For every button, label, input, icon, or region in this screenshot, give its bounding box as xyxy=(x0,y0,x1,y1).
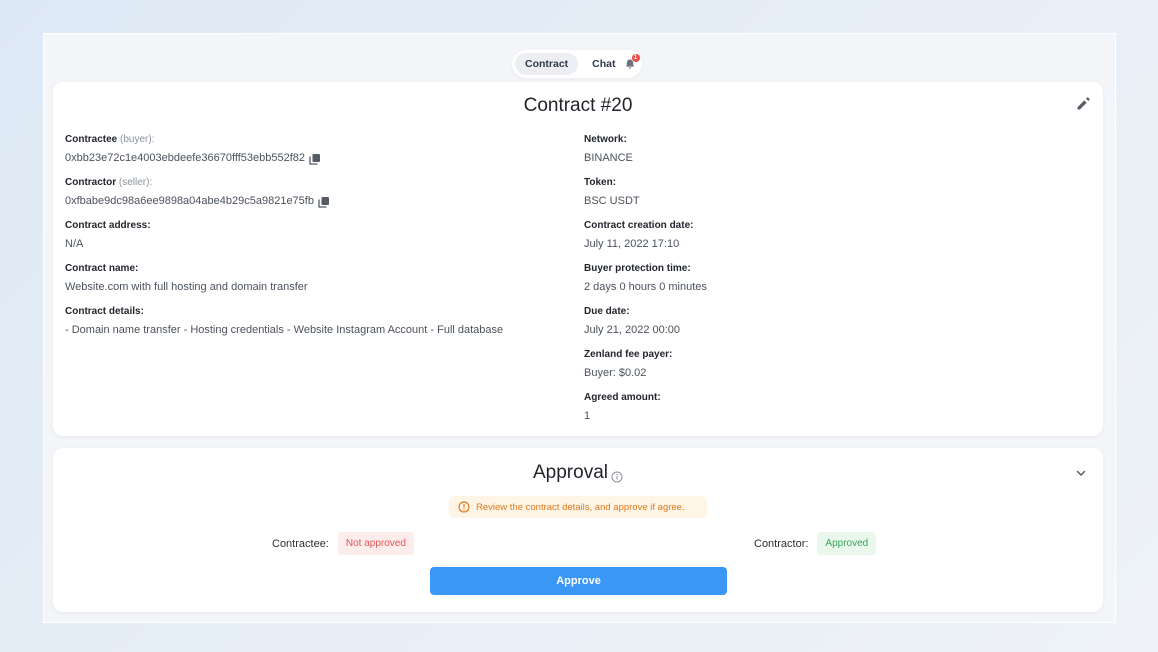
contract-name-value: Website.com with full hosting and domain… xyxy=(65,281,308,293)
contractor-hint: (seller): xyxy=(118,177,153,188)
pencil-icon[interactable] xyxy=(1075,96,1091,112)
status-badge: Approved xyxy=(817,532,877,555)
due-date-value: July 21, 2022 00:00 xyxy=(584,324,681,336)
token-label: Token: xyxy=(584,177,617,188)
buyer-protection-value: 2 days 0 hours 0 minutes xyxy=(584,281,707,293)
app-frame: Contract Chat 1 Contract #20 Contractee … xyxy=(43,33,1116,623)
contract-address-label: Contract address: xyxy=(65,220,151,231)
contract-details-value: - Domain name transfer - Hosting credent… xyxy=(65,324,504,336)
approval-title: Approval xyxy=(533,462,608,483)
creation-date-value: July 11, 2022 17:10 xyxy=(584,238,680,250)
field-agreed-amount: Agreed amount: 1 xyxy=(584,392,1084,435)
approval-notice-text: Review the contract details, and approve… xyxy=(476,501,685,513)
creation-date-label: Contract creation date: xyxy=(584,220,694,231)
copy-icon[interactable] xyxy=(318,196,330,208)
contract-name-label: Contract name: xyxy=(65,263,139,274)
chevron-down-icon[interactable] xyxy=(1075,466,1087,478)
status-badge: Not approved xyxy=(337,532,414,555)
view-tabs: Contract Chat 1 xyxy=(512,50,642,78)
tab-chat-label: Chat xyxy=(592,58,616,70)
contractee-address: 0xbb23e72c1e4003ebdeefe36670fff53ebb552f… xyxy=(65,152,306,164)
field-contract-address: Contract address: N/A xyxy=(65,220,565,263)
agreed-amount-label: Agreed amount: xyxy=(584,392,661,403)
token-value: BSC USDT xyxy=(584,195,640,207)
field-contract-details: Contract details: - Domain name transfer… xyxy=(65,306,565,349)
field-creation-date: Contract creation date: July 11, 2022 17… xyxy=(584,220,1084,263)
chat-notification-badge: 1 xyxy=(631,54,640,62)
contract-parties-column: Contractee (buyer): 0xbb23e72c1e4003ebde… xyxy=(65,134,565,349)
contract-terms-column: Network: BINANCE Token: BSC USDT Contrac… xyxy=(584,134,1084,435)
field-contractee: Contractee (buyer): 0xbb23e72c1e4003ebde… xyxy=(65,134,565,177)
contractor-approval-label: Contractor: xyxy=(754,537,809,550)
contractee-label: Contractee xyxy=(65,134,118,145)
field-contract-name: Contract name: Website.com with full hos… xyxy=(65,263,565,306)
approval-header: Approval xyxy=(53,462,1103,484)
network-label: Network: xyxy=(584,134,627,145)
network-value: BINANCE xyxy=(584,152,633,164)
contract-card: Contract #20 Contractee (buyer): 0xbb23e… xyxy=(53,82,1103,436)
contractee-hint: (buyer): xyxy=(120,134,155,145)
contract-title: Contract #20 xyxy=(523,95,633,116)
tab-contract[interactable]: Contract xyxy=(515,53,579,75)
due-date-label: Due date: xyxy=(584,306,630,317)
copy-icon[interactable] xyxy=(309,153,321,165)
agreed-amount-value: 1 xyxy=(584,410,591,422)
field-token: Token: BSC USDT xyxy=(584,177,1084,220)
bell-icon: 1 xyxy=(624,54,640,70)
field-fee-payer: Zenland fee payer: Buyer: $0.02 xyxy=(584,349,1084,392)
field-network: Network: BINANCE xyxy=(584,134,1084,177)
tab-chat[interactable]: Chat 1 xyxy=(582,53,645,75)
buyer-protection-label: Buyer protection time: xyxy=(584,263,691,274)
fee-payer-value: Buyer: $0.02 xyxy=(584,367,647,379)
contractee-approval: Contractee: Not approved xyxy=(272,532,414,555)
field-buyer-protection: Buyer protection time: 2 days 0 hours 0 … xyxy=(584,263,1084,306)
info-icon[interactable] xyxy=(611,467,623,483)
contractee-approval-label: Contractee: xyxy=(272,537,329,550)
warning-icon xyxy=(458,501,470,513)
field-contractor: Contractor (seller): 0xfbabe9dc98a6ee989… xyxy=(65,177,565,220)
approval-card: Approval Review the contract details, an… xyxy=(53,448,1103,612)
contract-details-label: Contract details: xyxy=(65,306,144,317)
approval-notice: Review the contract details, and approve… xyxy=(449,496,707,518)
contractor-approval: Contractor: Approved xyxy=(754,532,877,555)
contractor-label: Contractor xyxy=(65,177,117,188)
fee-payer-label: Zenland fee payer: xyxy=(584,349,673,360)
field-due-date: Due date: July 21, 2022 00:00 xyxy=(584,306,1084,349)
contract-address-value: N/A xyxy=(65,238,84,250)
contractor-address: 0xfbabe9dc98a6ee9898a04abe4b29c5a9821e75… xyxy=(65,195,314,207)
approve-button[interactable]: Approve xyxy=(430,567,727,595)
